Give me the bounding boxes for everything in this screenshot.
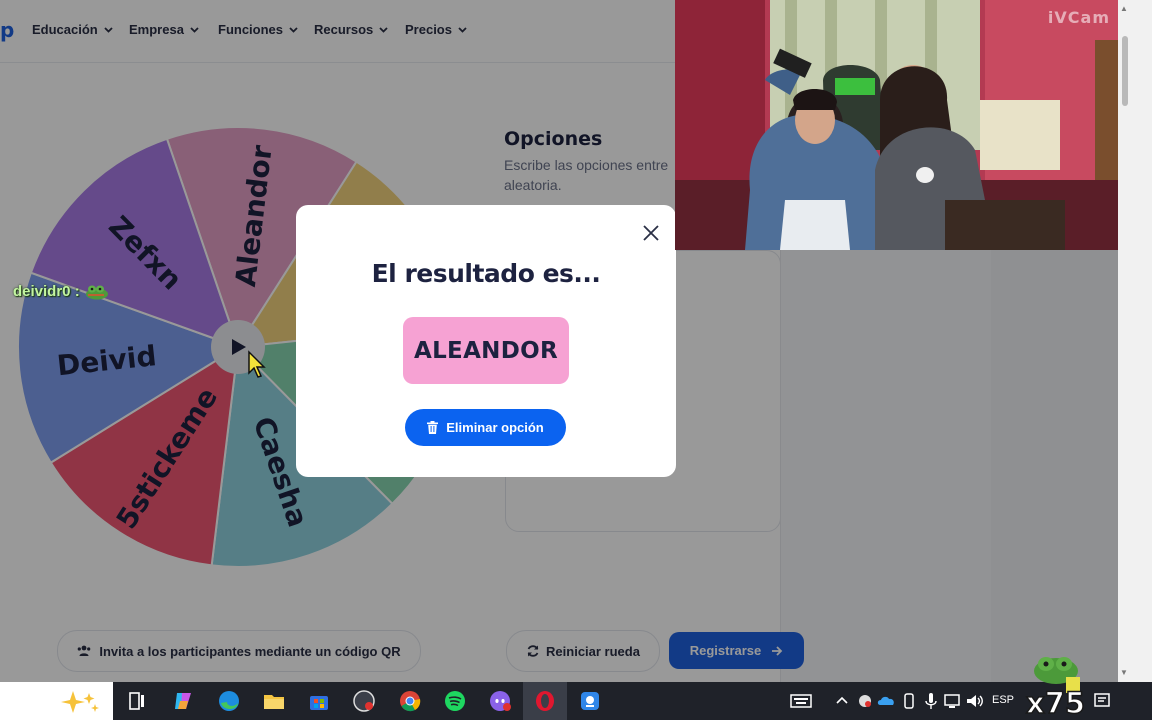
app-icon[interactable] bbox=[578, 689, 602, 713]
chrome-icon[interactable] bbox=[398, 689, 422, 713]
modal-title: El resultado es... bbox=[371, 259, 601, 288]
result-modal: El resultado es... ALEANDOR Eliminar opc… bbox=[296, 205, 676, 477]
delete-option-button[interactable]: Eliminar opción bbox=[405, 409, 566, 446]
opera-icon[interactable] bbox=[533, 689, 557, 713]
volume-icon[interactable] bbox=[963, 689, 987, 713]
trash-icon bbox=[427, 421, 439, 434]
chat-username: deividr0 : bbox=[13, 283, 80, 300]
webcam-overlay: iVCam bbox=[675, 0, 1118, 250]
tray-app-icon[interactable] bbox=[853, 689, 877, 713]
tray-chevron-up-icon[interactable] bbox=[830, 689, 854, 713]
tray-device-icon[interactable] bbox=[897, 689, 921, 713]
browser-page: p Educación Empresa Funciones Recursos P… bbox=[0, 0, 1118, 682]
sparkle-icon bbox=[61, 691, 99, 713]
scroll-down-icon[interactable]: ▼ bbox=[1120, 668, 1128, 677]
keyboard-icon[interactable] bbox=[789, 689, 813, 713]
mouse-cursor-icon bbox=[248, 350, 266, 378]
delete-option-label: Eliminar opción bbox=[446, 420, 544, 435]
microphone-icon[interactable] bbox=[919, 689, 943, 713]
discord-icon[interactable] bbox=[488, 689, 512, 713]
obs-icon[interactable] bbox=[352, 689, 376, 713]
store-icon[interactable] bbox=[307, 689, 331, 713]
taskbar-copilot-area[interactable] bbox=[0, 682, 113, 720]
language-indicator[interactable]: ESP bbox=[992, 694, 1014, 706]
close-button[interactable] bbox=[638, 220, 664, 246]
close-icon bbox=[643, 225, 659, 241]
scroll-up-icon[interactable]: ▲ bbox=[1120, 4, 1128, 13]
multiplier-badge: x75 bbox=[1026, 686, 1084, 717]
chat-message: deividr0 : bbox=[13, 283, 110, 300]
file-explorer-icon[interactable] bbox=[262, 689, 286, 713]
webcam-image bbox=[675, 0, 1118, 250]
edge-icon[interactable] bbox=[217, 689, 241, 713]
taskbar: ESP bbox=[0, 682, 1152, 720]
onedrive-icon[interactable] bbox=[875, 689, 899, 713]
webcam-watermark: iVCam bbox=[1047, 8, 1110, 27]
scrollbar-thumb[interactable] bbox=[1122, 36, 1128, 106]
frog-badge-icon: x75 bbox=[1025, 657, 1084, 717]
frog-emote-icon bbox=[85, 285, 108, 299]
result-value: ALEANDOR bbox=[403, 317, 569, 384]
copilot-icon[interactable] bbox=[171, 689, 195, 713]
page-scrollbar[interactable]: ▲ ▼ bbox=[1118, 0, 1152, 682]
notification-icon[interactable] bbox=[1090, 689, 1114, 713]
network-icon[interactable] bbox=[941, 689, 965, 713]
spotify-icon[interactable] bbox=[443, 689, 467, 713]
task-view-icon[interactable] bbox=[125, 689, 149, 713]
